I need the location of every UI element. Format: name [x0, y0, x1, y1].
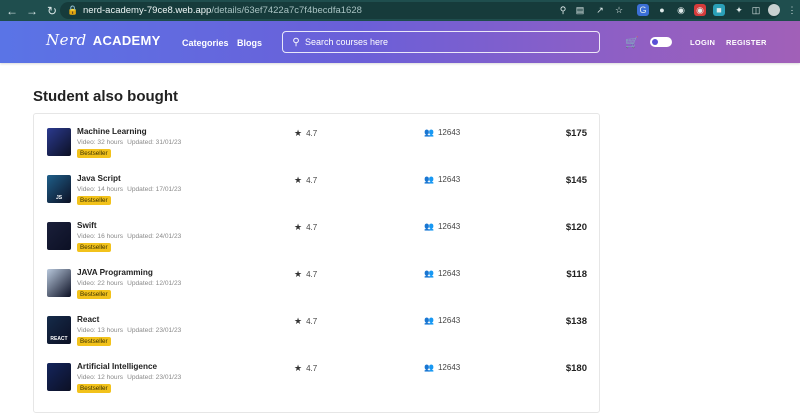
- users-icon: 👥: [424, 128, 434, 137]
- url-path: /details/63ef7422a7c7f4becdfa1628: [211, 5, 362, 16]
- course-price: $145: [565, 175, 587, 186]
- course-thumbnail: JS: [47, 175, 71, 203]
- star-icon: ★: [294, 363, 303, 373]
- cart-icon[interactable]: 🛒: [625, 36, 639, 49]
- logo-word-text: ACADEMY: [92, 32, 161, 48]
- back-arrow-icon[interactable]: ←: [4, 3, 20, 19]
- nav-categories[interactable]: Categories: [182, 38, 229, 48]
- search-box[interactable]: ⚲: [282, 31, 600, 53]
- star-icon: ★: [294, 222, 303, 232]
- course-rating: ★ 4.7: [294, 316, 318, 326]
- course-thumbnail: [47, 222, 71, 250]
- extension-icon[interactable]: ◉: [675, 4, 687, 16]
- logo-script-text: Nerd: [46, 31, 87, 49]
- course-price: $120: [565, 222, 587, 233]
- course-meta: Video: 32 hours Updated: 31/01/23: [77, 139, 182, 146]
- forward-arrow-icon[interactable]: →: [24, 3, 40, 19]
- search-icon: ⚲: [292, 36, 300, 48]
- course-title[interactable]: Java Script: [77, 174, 121, 183]
- course-rating: ★ 4.7: [294, 222, 318, 232]
- course-rating: ★ 4.7: [294, 363, 318, 373]
- users-icon: 👥: [424, 222, 434, 231]
- course-students: 👥 12643: [424, 222, 461, 231]
- bestseller-badge: Bestseller: [77, 243, 111, 252]
- course-row[interactable]: JS Java Script Video: 14 hours Updated: 1…: [34, 169, 601, 216]
- login-button[interactable]: LOGIN: [690, 38, 715, 47]
- extension-icon[interactable]: ■: [713, 4, 725, 16]
- bestseller-badge: Bestseller: [77, 196, 111, 205]
- share-icon[interactable]: ↗: [594, 4, 606, 16]
- zoom-icon[interactable]: ⚲: [557, 4, 569, 16]
- course-price: $180: [565, 363, 587, 374]
- course-row[interactable]: REACT React Video: 13 hours Updated: 23/0…: [34, 310, 601, 357]
- extension-icon[interactable]: ◉: [694, 4, 706, 16]
- course-title[interactable]: JAVA Programming: [77, 268, 153, 277]
- course-list: Machine Learning Video: 32 hours Updated:…: [33, 113, 600, 413]
- course-thumbnail: [47, 269, 71, 297]
- sidebar-icon[interactable]: ◫: [750, 4, 762, 16]
- nav-blogs[interactable]: Blogs: [237, 38, 262, 48]
- bestseller-badge: Bestseller: [77, 384, 111, 393]
- course-row[interactable]: JAVA Programming Video: 22 hours Updated:…: [34, 263, 601, 310]
- course-title[interactable]: Swift: [77, 221, 97, 230]
- course-students: 👥 12643: [424, 316, 461, 325]
- tab-search-icon[interactable]: ▤: [574, 4, 586, 16]
- course-row[interactable]: Swift Video: 16 hours Updated: 24/01/23 B…: [34, 216, 601, 263]
- logo[interactable]: Nerd ACADEMY: [46, 31, 161, 49]
- course-price: $138: [565, 316, 587, 327]
- course-row[interactable]: Artificial Intelligence Video: 12 hours U…: [34, 357, 601, 404]
- course-students: 👥 12643: [424, 363, 461, 372]
- register-button[interactable]: REGISTER: [726, 38, 767, 47]
- course-rating: ★ 4.7: [294, 128, 318, 138]
- users-icon: 👥: [424, 269, 434, 278]
- puzzle-icon[interactable]: ✦: [733, 4, 745, 16]
- course-thumbnail: REACT: [47, 316, 71, 344]
- browser-toolbar: ← → ↻ 🔒 nerd-academy-79ce8.web.app /deta…: [0, 0, 800, 21]
- translate-icon[interactable]: G: [637, 4, 649, 16]
- lock-icon: 🔒: [67, 5, 79, 15]
- users-icon: 👥: [424, 175, 434, 184]
- star-icon: ★: [294, 128, 303, 138]
- search-input[interactable]: [305, 37, 585, 47]
- menu-dots-icon[interactable]: ⋮: [786, 4, 798, 16]
- course-thumbnail: [47, 363, 71, 391]
- extension-icon[interactable]: ●: [656, 4, 668, 16]
- course-students: 👥 12643: [424, 175, 461, 184]
- bestseller-badge: Bestseller: [77, 290, 111, 299]
- course-meta: Video: 13 hours Updated: 23/01/23: [77, 327, 182, 334]
- course-price: $175: [565, 128, 587, 139]
- course-row[interactable]: Machine Learning Video: 32 hours Updated:…: [34, 122, 601, 169]
- users-icon: 👥: [424, 363, 434, 372]
- course-meta: Video: 16 hours Updated: 24/01/23: [77, 233, 182, 240]
- bookmark-star-icon[interactable]: ☆: [613, 4, 625, 16]
- course-title[interactable]: React: [77, 315, 99, 324]
- course-rating: ★ 4.7: [294, 175, 318, 185]
- theme-toggle[interactable]: [650, 37, 672, 47]
- toggle-knob: [652, 39, 658, 45]
- course-meta: Video: 12 hours Updated: 23/01/23: [77, 374, 182, 381]
- course-meta: Video: 14 hours Updated: 17/01/23: [77, 186, 182, 193]
- profile-avatar-icon[interactable]: [768, 4, 780, 16]
- course-title[interactable]: Machine Learning: [77, 127, 147, 136]
- bestseller-badge: Bestseller: [77, 149, 111, 158]
- star-icon: ★: [294, 269, 303, 279]
- site-header: Nerd ACADEMY Categories Blogs ⚲ 🛒 LOGIN …: [0, 21, 800, 63]
- url-host: nerd-academy-79ce8.web.app: [83, 5, 212, 16]
- course-students: 👥 12643: [424, 128, 461, 137]
- bestseller-badge: Bestseller: [77, 337, 111, 346]
- star-icon: ★: [294, 316, 303, 326]
- course-meta: Video: 22 hours Updated: 12/01/23: [77, 280, 182, 287]
- users-icon: 👥: [424, 316, 434, 325]
- course-title[interactable]: Artificial Intelligence: [77, 362, 157, 371]
- course-students: 👥 12643: [424, 269, 461, 278]
- section-title: Student also bought: [33, 88, 178, 105]
- reload-icon[interactable]: ↻: [44, 3, 60, 19]
- address-bar[interactable]: 🔒 nerd-academy-79ce8.web.app /details/63…: [60, 2, 780, 19]
- course-rating: ★ 4.7: [294, 269, 318, 279]
- course-price: $118: [566, 269, 587, 280]
- course-thumbnail: [47, 128, 71, 156]
- star-icon: ★: [294, 175, 303, 185]
